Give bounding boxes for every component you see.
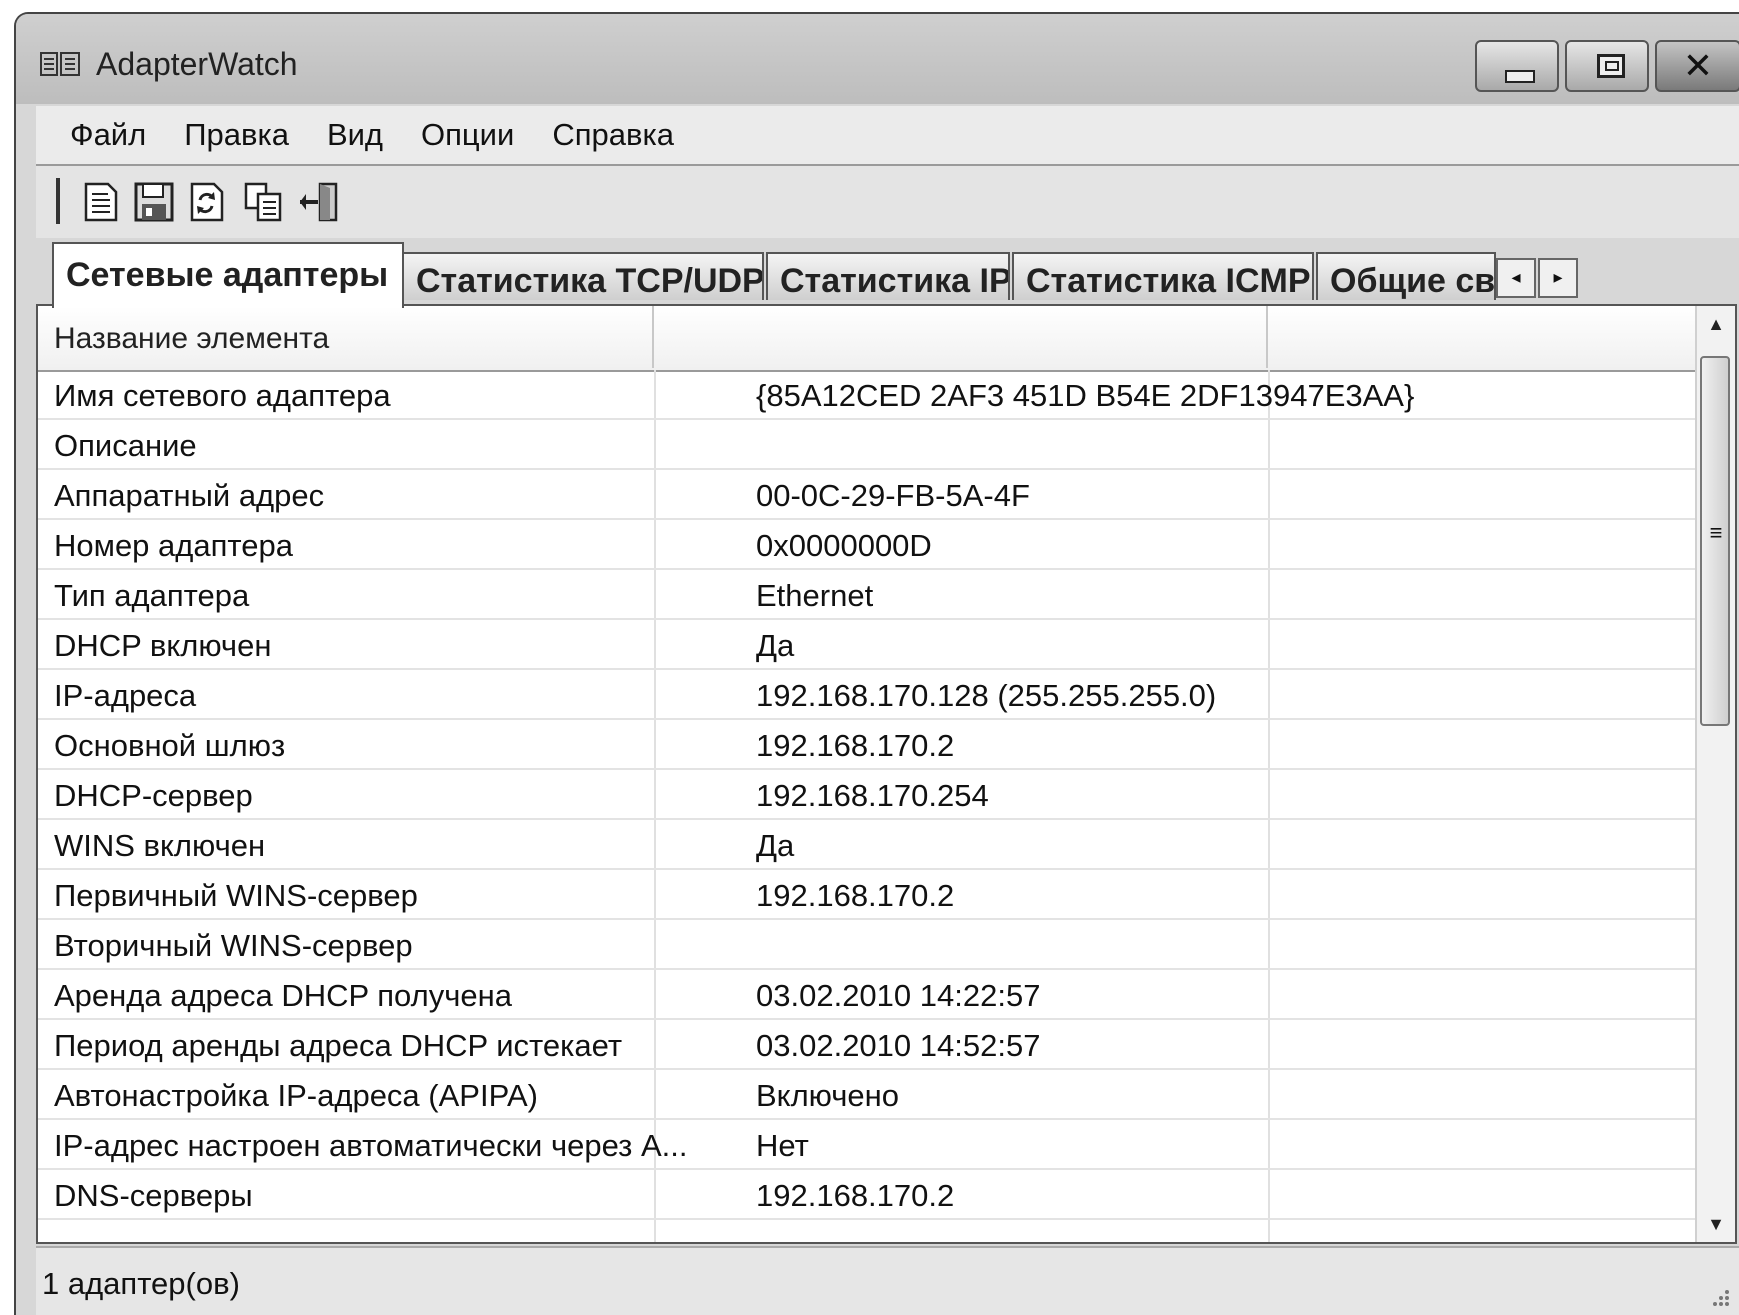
column-header-value[interactable]: [654, 306, 1268, 368]
tab-network-adapters[interactable]: Сетевые адаптеры: [52, 242, 404, 308]
row-value: Да: [756, 628, 795, 663]
row-name: Основной шлюз: [54, 728, 286, 763]
row-name: WINS включен: [54, 828, 266, 863]
close-button[interactable]: ✕: [1655, 40, 1739, 92]
scroll-down-icon[interactable]: ▼: [1697, 1206, 1735, 1242]
row-value: {85A12CED 2AF3 451D B54E 2DF13947E3AA}: [756, 378, 1415, 413]
refresh-icon[interactable]: [184, 180, 228, 224]
menu-options[interactable]: Опции: [421, 117, 514, 153]
tab-strip: Сетевые адаптеры Статистика TCP/UDP Стат…: [36, 238, 1739, 308]
window-title: AdapterWatch: [96, 46, 298, 82]
minimize-icon: [1505, 70, 1535, 83]
row-name: Описание: [54, 428, 197, 463]
menu-help[interactable]: Справка: [552, 117, 674, 153]
exit-icon[interactable]: [298, 180, 342, 224]
tab-icmp-stats[interactable]: Статистика ICMP: [1012, 252, 1314, 300]
scrollbar-grip-icon: ≡: [1709, 520, 1723, 545]
tab-ip-stats[interactable]: Статистика IP: [766, 252, 1010, 300]
row-name: Автонастройка IP-адреса (APIPA): [54, 1078, 538, 1113]
properties-list[interactable]: Название элемента Имя сетевого адаптера {…: [38, 306, 1696, 1242]
app-icon: [40, 52, 80, 76]
row-name: DHCP-сервер: [54, 778, 253, 813]
vertical-scrollbar[interactable]: ▲ ≡ ▼: [1695, 306, 1735, 1242]
new-report-icon[interactable]: [78, 180, 122, 224]
adapter-details-panel: Название элемента Имя сетевого адаптера {…: [36, 304, 1737, 1244]
column-header-name[interactable]: Название элемента: [38, 306, 654, 368]
tab-tcp-udp-stats[interactable]: Статистика TCP/UDP: [402, 252, 764, 300]
maximize-button[interactable]: [1565, 40, 1649, 92]
row-value: [756, 920, 1436, 968]
save-icon[interactable]: [132, 180, 176, 224]
table-row[interactable]: Описание: [38, 420, 1696, 470]
row-value: Да: [756, 828, 795, 863]
row-name: IP-адреса: [54, 678, 197, 713]
row-value: 03.02.2010 14:52:57: [756, 1028, 1041, 1063]
app-window: AdapterWatch ✕ Файл Правка Вид Опции Спр…: [14, 12, 1739, 1315]
row-value: 192.168.170.128 (255.255.255.0): [756, 678, 1217, 713]
table-row[interactable]: Период аренды адреса DHCP истекает 03.02.…: [38, 1020, 1696, 1070]
row-value: Нет: [756, 1128, 809, 1163]
table-row[interactable]: Автонастройка IP-адреса (APIPA) Включено: [38, 1070, 1696, 1120]
row-value: 00-0C-29-FB-5A-4F: [756, 478, 1030, 513]
table-row[interactable]: Имя сетевого адаптера {85A12CED 2AF3 451D…: [38, 370, 1696, 420]
table-row[interactable]: Аренда адреса DHCP получена 03.02.2010 14…: [38, 970, 1696, 1020]
table-row[interactable]: Первичный WINS-сервер 192.168.170.2: [38, 870, 1696, 920]
menu-edit[interactable]: Правка: [184, 117, 289, 153]
table-row[interactable]: IP-адреса 192.168.170.128 (255.255.255.0): [38, 670, 1696, 720]
toolbar: [36, 166, 1739, 238]
window-controls: ✕: [1469, 40, 1739, 92]
close-icon: ✕: [1682, 46, 1714, 87]
row-name: Период аренды адреса DHCP истекает: [54, 1028, 623, 1063]
row-value: [756, 420, 1436, 468]
table-row[interactable]: DHCP-сервер 192.168.170.254: [38, 770, 1696, 820]
status-bar: 1 адаптер(ов): [36, 1246, 1739, 1315]
toolbar-grip[interactable]: [56, 178, 60, 224]
row-value: 03.02.2010 14:22:57: [756, 978, 1041, 1013]
row-name: IP-адрес настроен автоматически через А.…: [54, 1128, 688, 1163]
row-name: Аренда адреса DHCP получена: [54, 978, 512, 1013]
row-value: 192.168.170.2: [756, 878, 955, 913]
list-header: Название элемента: [38, 306, 1696, 372]
table-row[interactable]: Аппаратный адрес 00-0C-29-FB-5A-4F: [38, 470, 1696, 520]
status-adapter-count: 1 адаптер(ов): [42, 1266, 240, 1301]
row-name: Вторичный WINS-сервер: [54, 928, 413, 963]
table-row[interactable]: DNS-серверы 192.168.170.2: [38, 1170, 1696, 1220]
row-value: Ethernet: [756, 578, 874, 613]
tab-scroll-right-icon[interactable]: ▸: [1538, 258, 1578, 298]
menu-view[interactable]: Вид: [327, 117, 383, 153]
row-name: DHCP включен: [54, 628, 272, 663]
row-name: Имя сетевого адаптера: [54, 378, 391, 413]
scroll-up-icon[interactable]: ▲: [1697, 306, 1735, 342]
tab-general[interactable]: Общие св: [1316, 252, 1496, 300]
maximize-icon: [1597, 54, 1625, 78]
table-row[interactable]: Номер адаптера 0x0000000D: [38, 520, 1696, 570]
scrollbar-thumb[interactable]: ≡: [1700, 356, 1730, 726]
tab-scroll-left-icon[interactable]: ◂: [1496, 258, 1536, 298]
row-value: 192.168.170.2: [756, 728, 955, 763]
minimize-button[interactable]: [1475, 40, 1559, 92]
table-row[interactable]: Основной шлюз 192.168.170.2: [38, 720, 1696, 770]
resize-grip-icon[interactable]: [1707, 1284, 1731, 1308]
menu-bar: Файл Правка Вид Опции Справка: [36, 106, 1739, 166]
copy-icon[interactable]: [242, 180, 286, 224]
row-name: Номер адаптера: [54, 528, 293, 563]
row-value: 192.168.170.254: [756, 778, 989, 813]
title-bar[interactable]: AdapterWatch ✕: [16, 14, 1739, 104]
table-row[interactable]: DHCP включен Да: [38, 620, 1696, 670]
row-value: 0x0000000D: [756, 528, 932, 563]
row-name: Аппаратный адрес: [54, 478, 325, 513]
row-value: 192.168.170.2: [756, 1178, 955, 1213]
table-row[interactable]: Вторичный WINS-сервер: [38, 920, 1696, 970]
row-name: Тип адаптера: [54, 578, 250, 613]
table-row[interactable]: IP-адрес настроен автоматически через А.…: [38, 1120, 1696, 1170]
menu-file[interactable]: Файл: [70, 117, 146, 153]
row-value: Включено: [756, 1078, 899, 1113]
row-name: DNS-серверы: [54, 1178, 253, 1213]
table-row[interactable]: Тип адаптера Ethernet: [38, 570, 1696, 620]
table-row[interactable]: WINS включен Да: [38, 820, 1696, 870]
row-name: Первичный WINS-сервер: [54, 878, 418, 913]
